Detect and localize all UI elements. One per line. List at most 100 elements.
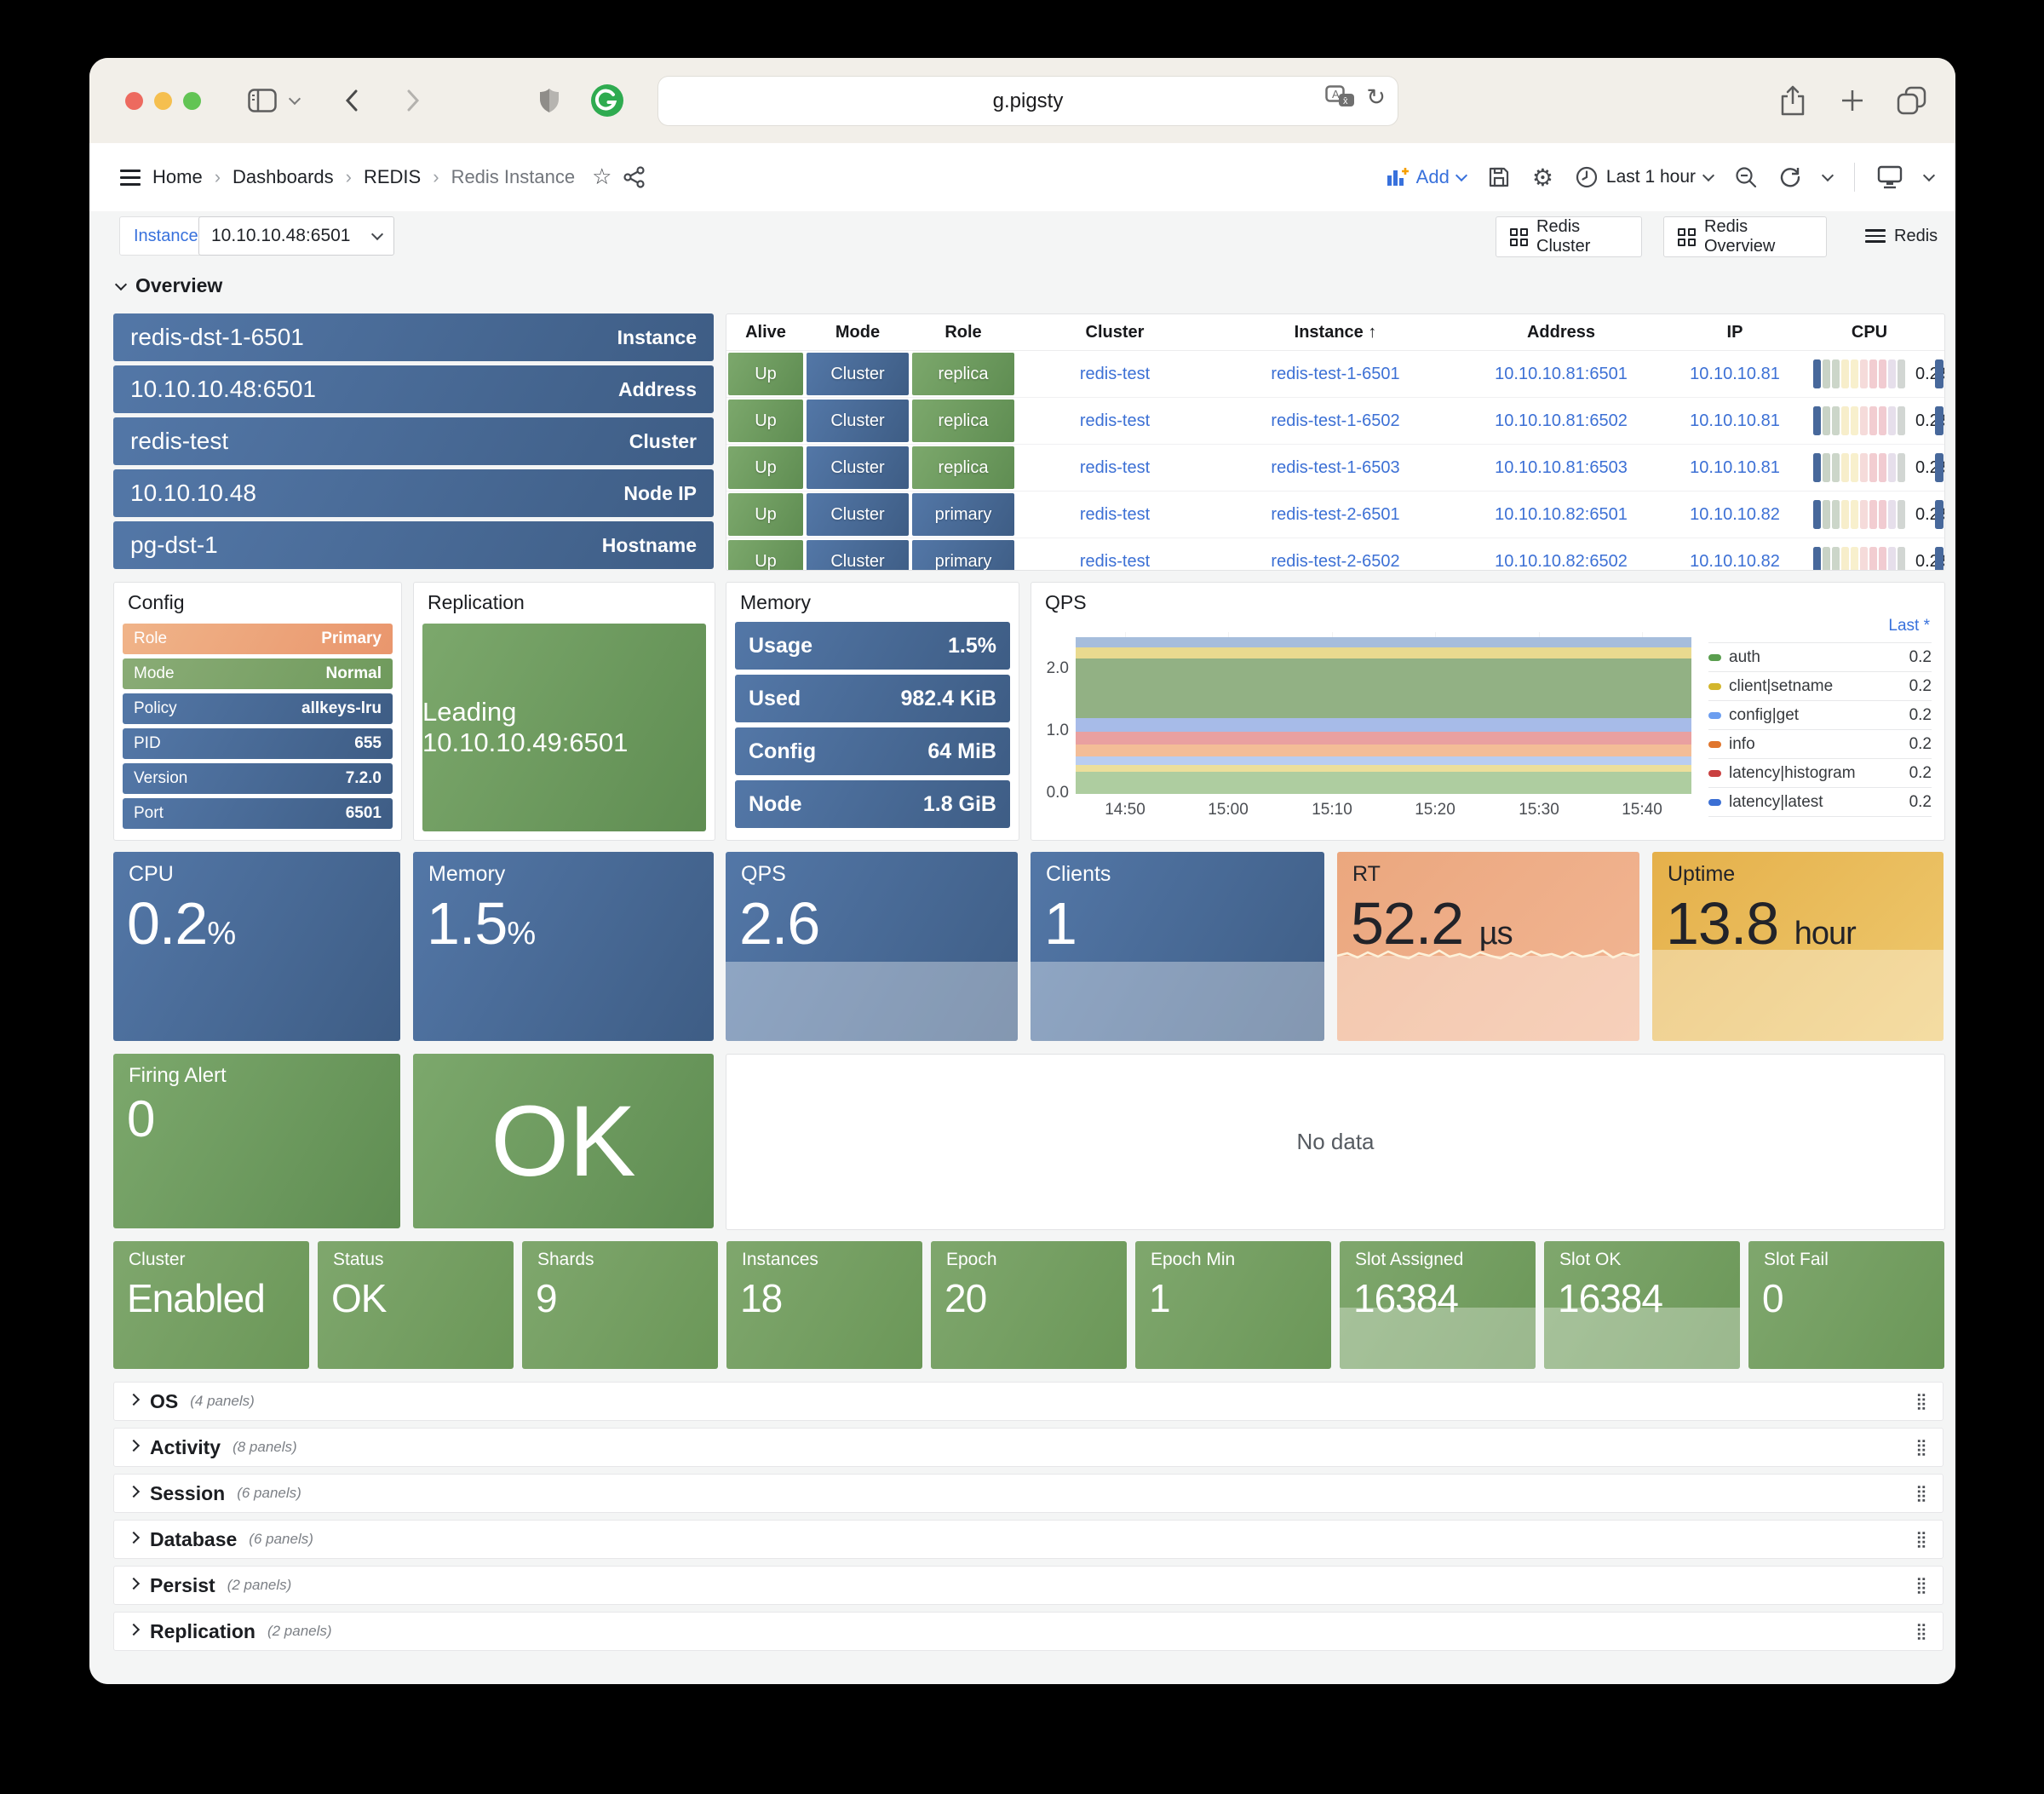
- section-row-database[interactable]: Database(6 panels) ⣿: [113, 1520, 1944, 1559]
- drag-handle-icon[interactable]: ⣿: [1915, 1576, 1927, 1595]
- back-icon[interactable]: [345, 82, 359, 119]
- overview-section-toggle[interactable]: Overview: [117, 274, 222, 297]
- cell-mode: Cluster: [805, 492, 910, 538]
- ip-link[interactable]: 10.10.10.82: [1665, 492, 1805, 538]
- cpu-gauge: [1813, 406, 1907, 435]
- translate-icon[interactable]: Ax̂: [1325, 85, 1356, 111]
- cluster-tile: ClusterEnabled: [113, 1241, 309, 1369]
- drag-handle-icon[interactable]: ⣿: [1915, 1392, 1927, 1411]
- kiosk-mode-icon[interactable]: [1877, 165, 1903, 189]
- cluster-link[interactable]: redis-test: [1016, 351, 1214, 398]
- config-panel: Config RolePrimary ModeNormal Policyallk…: [113, 582, 402, 841]
- legend-item[interactable]: latency|histogram0.2: [1708, 758, 1932, 787]
- legend-item[interactable]: latency|latest0.2: [1708, 787, 1932, 817]
- refresh-interval-chevron-icon[interactable]: [1822, 170, 1834, 181]
- drag-handle-icon[interactable]: ⣿: [1915, 1484, 1927, 1503]
- instance-link[interactable]: redis-test-2-6502: [1214, 538, 1457, 571]
- chevron-right-icon: [128, 1578, 140, 1590]
- sidebar-chevron-icon[interactable]: [290, 82, 299, 119]
- favorite-star-icon[interactable]: ☆: [592, 164, 611, 190]
- kiosk-chevron-icon[interactable]: [1923, 170, 1935, 181]
- col-header-ip[interactable]: IP: [1665, 314, 1805, 351]
- svg-text:x̂: x̂: [1343, 96, 1348, 106]
- col-header-address[interactable]: Address: [1457, 314, 1665, 351]
- maximize-window-button[interactable]: [183, 92, 201, 110]
- section-row-os[interactable]: OS(4 panels) ⣿: [113, 1382, 1944, 1421]
- instance-link[interactable]: redis-test-1-6503: [1214, 445, 1457, 492]
- instance-link[interactable]: redis-test-1-6501: [1214, 351, 1457, 398]
- legend-header[interactable]: Last *: [1708, 613, 1932, 642]
- redis-menu-link[interactable]: Redis: [1865, 216, 1938, 256]
- tab-overview-icon[interactable]: [1897, 82, 1927, 119]
- cluster-link[interactable]: redis-test: [1016, 445, 1214, 492]
- breadcrumb-dashboards[interactable]: Dashboards: [233, 166, 334, 188]
- address-link[interactable]: 10.10.10.82:6501: [1457, 492, 1665, 538]
- close-window-button[interactable]: [125, 92, 143, 110]
- cell-mode: Cluster: [805, 538, 910, 571]
- new-tab-icon[interactable]: [1840, 82, 1865, 119]
- section-row-activity[interactable]: Activity(8 panels) ⣿: [113, 1428, 1944, 1467]
- address-bar[interactable]: g.pigsty Ax̂ ↻: [658, 77, 1398, 125]
- grammarly-extension-icon[interactable]: [590, 82, 624, 119]
- ip-link[interactable]: 10.10.10.81: [1665, 398, 1805, 445]
- forward-icon[interactable]: [406, 82, 420, 119]
- col-header-cpu[interactable]: CPU: [1805, 314, 1934, 351]
- address-link[interactable]: 10.10.10.82:6502: [1457, 538, 1665, 571]
- sidebar-icon[interactable]: [248, 82, 277, 119]
- cell-cpu: 0.2%: [1805, 351, 1934, 398]
- share-icon[interactable]: [1780, 82, 1806, 119]
- save-dashboard-icon[interactable]: [1488, 166, 1510, 188]
- ip-link[interactable]: 10.10.10.81: [1665, 445, 1805, 492]
- refresh-icon[interactable]: [1779, 166, 1801, 188]
- col-header-mode[interactable]: Mode: [805, 314, 910, 351]
- legend-item[interactable]: auth0.2: [1708, 642, 1932, 671]
- drag-handle-icon[interactable]: ⣿: [1915, 1530, 1927, 1549]
- mega-menu-icon[interactable]: [120, 170, 141, 186]
- zoom-out-time-icon[interactable]: [1735, 166, 1757, 188]
- info-label: Node IP: [623, 482, 697, 505]
- drag-handle-icon[interactable]: ⣿: [1915, 1622, 1927, 1641]
- redis-overview-link-button[interactable]: Redis Overview: [1663, 216, 1827, 257]
- share-dashboard-icon[interactable]: [623, 166, 646, 188]
- cluster-link[interactable]: redis-test: [1016, 492, 1214, 538]
- section-row-replication[interactable]: Replication(2 panels) ⣿: [113, 1612, 1944, 1651]
- ip-link[interactable]: 10.10.10.82: [1665, 538, 1805, 571]
- drag-handle-icon[interactable]: ⣿: [1915, 1438, 1927, 1457]
- nodata-text: No data: [1296, 1129, 1374, 1155]
- breadcrumb-current: Redis Instance: [451, 166, 576, 188]
- memory-row: Config64 MiB: [735, 727, 1010, 775]
- cell-cpu: 0.2%: [1805, 538, 1934, 571]
- legend-chip: [1708, 654, 1721, 661]
- cluster-link[interactable]: redis-test: [1016, 538, 1214, 571]
- address-link[interactable]: 10.10.10.81:6503: [1457, 445, 1665, 492]
- legend-item[interactable]: config|get0.2: [1708, 700, 1932, 729]
- time-range-picker[interactable]: Last 1 hour: [1576, 166, 1713, 188]
- instance-link[interactable]: redis-test-1-6502: [1214, 398, 1457, 445]
- reload-icon[interactable]: ↻: [1366, 84, 1386, 111]
- address-link[interactable]: 10.10.10.81:6502: [1457, 398, 1665, 445]
- section-row-session[interactable]: Session(6 panels) ⣿: [113, 1474, 1944, 1513]
- col-header-role[interactable]: Role: [910, 314, 1016, 351]
- add-panel-button[interactable]: Add: [1387, 166, 1466, 188]
- breadcrumb-home[interactable]: Home: [152, 166, 203, 188]
- col-header-cluster[interactable]: Cluster: [1016, 314, 1214, 351]
- minimize-window-button[interactable]: [154, 92, 172, 110]
- ip-link[interactable]: 10.10.10.81: [1665, 351, 1805, 398]
- instance-var-dropdown[interactable]: 10.10.10.48:6501: [198, 216, 394, 256]
- col-header-alive[interactable]: Alive: [726, 314, 805, 351]
- address-link[interactable]: 10.10.10.81:6501: [1457, 351, 1665, 398]
- status-ok-tile: OK: [413, 1054, 714, 1228]
- col-header-instance-sorted[interactable]: Instance ↑: [1214, 314, 1457, 351]
- section-row-persist[interactable]: Persist(2 panels) ⣿: [113, 1566, 1944, 1605]
- chevron-right-icon: [128, 1532, 140, 1544]
- cluster-link[interactable]: redis-test: [1016, 398, 1214, 445]
- dashboard-settings-icon[interactable]: ⚙: [1532, 164, 1553, 192]
- instance-link[interactable]: redis-test-2-6501: [1214, 492, 1457, 538]
- redis-cluster-link-button[interactable]: Redis Cluster: [1496, 216, 1642, 257]
- breadcrumb-redis[interactable]: REDIS: [364, 166, 421, 188]
- privacy-shield-icon[interactable]: [539, 82, 560, 119]
- cpu-gauge: [1813, 547, 1907, 571]
- cell-cpu: 0.2%: [1805, 445, 1934, 492]
- legend-item[interactable]: info0.2: [1708, 729, 1932, 758]
- legend-item[interactable]: client|setname0.2: [1708, 671, 1932, 700]
